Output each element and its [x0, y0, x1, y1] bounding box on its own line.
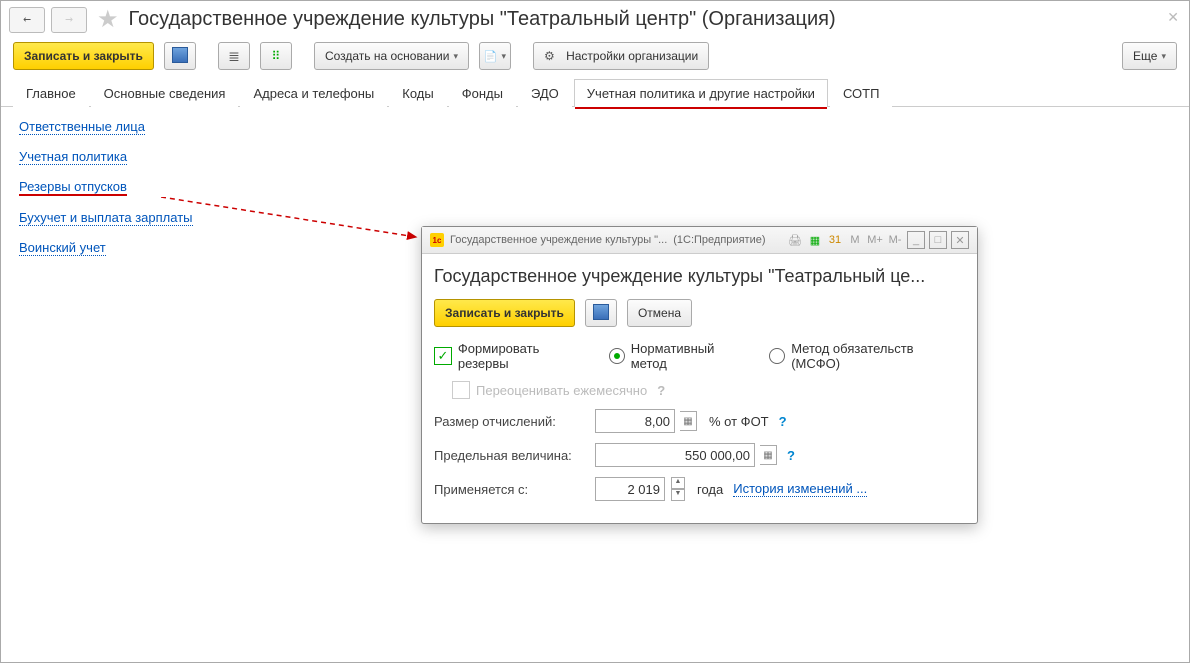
- ifrs-method-radio[interactable]: Метод обязательств (МСФО): [769, 341, 965, 371]
- org-settings-button[interactable]: Настройки организации: [533, 42, 709, 70]
- app-logo-icon: 1c: [430, 233, 444, 247]
- save-and-close-button[interactable]: Записать и закрыть: [13, 42, 154, 70]
- tab-accounting-policy[interactable]: Учетная политика и другие настройки: [574, 79, 828, 107]
- normative-method-radio[interactable]: Нормативный метод: [609, 341, 753, 371]
- calendar-icon[interactable]: 31: [827, 232, 843, 248]
- tab-addresses[interactable]: Адреса и телефоны: [240, 79, 387, 107]
- year-spinner[interactable]: ▲▼: [671, 477, 685, 501]
- radio-off-icon: [769, 348, 785, 364]
- m-button[interactable]: М: [847, 232, 863, 248]
- tab-bar: Главное Основные сведения Адреса и телеф…: [1, 78, 1189, 107]
- gear-icon: [544, 49, 555, 63]
- link-salary-accounting[interactable]: Бухучет и выплата зарплаты: [19, 210, 193, 226]
- help-icon[interactable]: ?: [657, 383, 665, 398]
- reserves-dialog: 1c Государственное учреждение культуры "…: [421, 226, 978, 524]
- tab-codes[interactable]: Коды: [389, 79, 446, 107]
- applies-year-input[interactable]: 2 019: [595, 477, 665, 501]
- favorite-star-icon[interactable]: ★: [97, 5, 119, 34]
- dialog-save-close-button[interactable]: Записать и закрыть: [434, 299, 575, 327]
- print-icon[interactable]: 🖨: [787, 232, 803, 248]
- save-button[interactable]: [164, 42, 196, 70]
- dialog-titlebar-app: (1С:Предприятие): [673, 234, 765, 246]
- m-minus-button[interactable]: М-: [887, 232, 903, 248]
- history-link[interactable]: История изменений ...: [733, 481, 867, 497]
- structure-button[interactable]: [260, 42, 292, 70]
- link-vacation-reserves[interactable]: Резервы отпусков: [19, 179, 127, 196]
- tab-main[interactable]: Главное: [13, 79, 89, 107]
- calculator-icon[interactable]: ▦: [760, 445, 777, 465]
- dialog-titlebar-text: Государственное учреждение культуры "...: [450, 234, 667, 246]
- dialog-cancel-button[interactable]: Отмена: [627, 299, 692, 327]
- limit-input[interactable]: 550 000,00: [595, 443, 755, 467]
- radio-on-icon: [609, 348, 625, 364]
- calculator-icon[interactable]: ▦: [680, 411, 697, 431]
- link-responsible-persons[interactable]: Ответственные лица: [19, 119, 145, 135]
- applies-suffix: года: [697, 482, 723, 497]
- checkbox-disabled-icon: [452, 381, 470, 399]
- disk-icon: [593, 304, 609, 323]
- attach-button[interactable]: [479, 42, 511, 70]
- spinner-down-icon[interactable]: ▼: [671, 489, 685, 501]
- revalue-monthly-checkbox: Переоценивать ежемесячно: [452, 381, 647, 399]
- tab-funds[interactable]: Фонды: [449, 79, 516, 107]
- spinner-up-icon[interactable]: ▲: [671, 477, 685, 489]
- link-military[interactable]: Воинский учет: [19, 240, 106, 256]
- limit-label: Предельная величина:: [434, 448, 589, 463]
- accrual-suffix: % от ФОТ: [709, 414, 769, 429]
- m-plus-button[interactable]: М+: [867, 232, 883, 248]
- folder-icon: [484, 49, 498, 63]
- form-reserves-checkbox[interactable]: ✓Формировать резервы: [434, 341, 593, 371]
- help-icon[interactable]: ?: [779, 414, 787, 429]
- calc-icon[interactable]: ▦: [807, 232, 823, 248]
- disk-icon: [172, 47, 188, 66]
- list-icon: [228, 48, 240, 65]
- nav-back-button[interactable]: ←: [9, 7, 45, 33]
- accrual-label: Размер отчислений:: [434, 414, 589, 429]
- checkbox-checked-icon: ✓: [434, 347, 452, 365]
- minimize-icon[interactable]: _: [907, 231, 925, 249]
- close-dialog-icon[interactable]: ✕: [951, 231, 969, 249]
- create-based-on-button[interactable]: Создать на основании: [314, 42, 469, 70]
- accrual-input[interactable]: 8,00: [595, 409, 675, 433]
- applies-label: Применяется с:: [434, 482, 589, 497]
- maximize-icon[interactable]: □: [929, 231, 947, 249]
- tab-edo[interactable]: ЭДО: [518, 79, 572, 107]
- dialog-heading: Государственное учреждение культуры "Теа…: [434, 266, 965, 287]
- more-button[interactable]: Еще: [1122, 42, 1177, 70]
- tab-sotp[interactable]: СОТП: [830, 79, 893, 107]
- close-icon[interactable]: ✕: [1167, 9, 1179, 26]
- page-title: Государственное учреждение культуры "Теа…: [129, 8, 836, 31]
- help-icon[interactable]: ?: [787, 448, 795, 463]
- tab-basic-info[interactable]: Основные сведения: [91, 79, 239, 107]
- list-button[interactable]: [218, 42, 250, 70]
- dialog-save-button[interactable]: [585, 299, 617, 327]
- link-accounting-policy[interactable]: Учетная политика: [19, 149, 127, 165]
- nav-forward-button[interactable]: →: [51, 7, 87, 33]
- tree-icon: [272, 49, 281, 63]
